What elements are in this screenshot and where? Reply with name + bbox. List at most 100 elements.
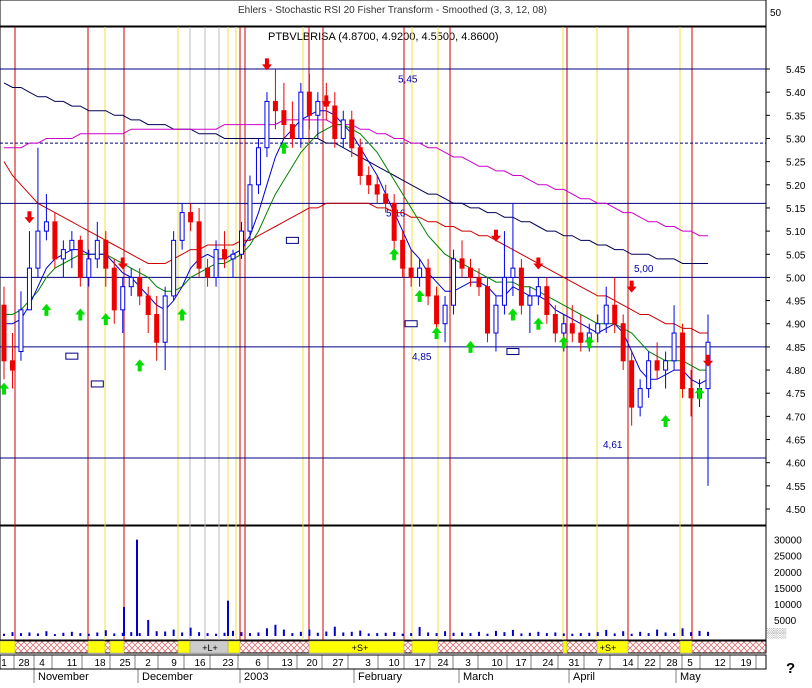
candle-body: [527, 295, 533, 306]
price-tick-label: 5.15: [786, 204, 806, 215]
candle-body: [408, 267, 414, 278]
help-button[interactable]: ?: [786, 660, 795, 677]
day-tick-label: 24: [437, 658, 449, 669]
event-marker-box: [90, 380, 104, 388]
event-marker-box: [404, 320, 418, 328]
day-tick-label: 17: [515, 658, 527, 669]
candle-body: [476, 276, 482, 288]
candle-body: [247, 184, 253, 232]
price-tick-label: 4.95: [786, 297, 806, 308]
candle-body: [162, 295, 168, 343]
event-marker-box: [506, 348, 520, 356]
level-label: 5,00: [634, 264, 654, 275]
volume-unit-marker: ░░░: [767, 628, 787, 639]
price-tick-label: 4.90: [786, 320, 806, 331]
candle-body: [442, 304, 448, 325]
day-tick-label: 4: [39, 658, 45, 669]
day-tick-label: 19: [740, 658, 752, 669]
day-tick-label: 10: [388, 658, 400, 669]
day-tick-label: 10: [491, 658, 503, 669]
candle-body: [569, 323, 575, 334]
day-tick-label: 3: [465, 658, 471, 669]
candle-body: [451, 258, 457, 306]
candle-body: [188, 212, 194, 223]
level-label: 4,61: [603, 440, 623, 451]
day-tick-label: 13: [281, 658, 293, 669]
candle-body: [417, 267, 423, 278]
signal-strip-yellow-segment: [177, 640, 191, 654]
price-tick-label: 5.05: [786, 250, 806, 261]
price-tick-label: 5.45: [786, 65, 806, 76]
day-tick-label: 27: [332, 658, 344, 669]
candle-body: [366, 175, 372, 186]
stochastic-header: Ehlers - Stochastic RSI 20 Fisher Transf…: [238, 5, 547, 16]
candle-body: [120, 286, 126, 311]
candle-body: [671, 332, 677, 362]
candle-body: [578, 332, 584, 343]
day-tick-label: 23: [222, 658, 234, 669]
candle-body: [69, 239, 75, 251]
candle-body: [425, 267, 431, 297]
day-tick-label: 11: [67, 658, 78, 669]
candle-body: [9, 360, 15, 371]
candle-body: [103, 239, 109, 269]
price-tick-label: 5.40: [786, 88, 806, 99]
day-tick-label: 20: [306, 658, 318, 669]
candle-body: [484, 286, 490, 334]
day-tick-label: 14: [622, 658, 634, 669]
price-tick-label: 4.50: [786, 505, 806, 516]
signal-strip-yellow-segment: [679, 640, 693, 654]
candle-body: [281, 110, 287, 126]
price-tick-label: 5.10: [786, 227, 806, 238]
day-tick-label: 22: [644, 658, 656, 669]
candle-body: [306, 91, 312, 116]
candle-body: [688, 388, 694, 399]
level-label: 4,85: [412, 352, 432, 363]
stochastic-tick: 50: [770, 8, 782, 19]
candle-body: [298, 91, 304, 139]
candle-body: [332, 105, 338, 139]
day-tick-label: 31: [568, 658, 580, 669]
day-tick-label: 25: [119, 658, 131, 669]
candle-body: [595, 323, 601, 334]
event-marker-box: [65, 352, 79, 360]
candle-body: [518, 267, 524, 306]
candle-body: [128, 276, 134, 288]
signal-strip-yellow-segment: [0, 640, 16, 654]
signal-strip-yellow-segment: [227, 640, 241, 654]
price-tick-label: 5.25: [786, 158, 806, 169]
candle-body: [544, 286, 550, 315]
event-marker-box: [285, 236, 299, 244]
candle-body: [289, 124, 295, 139]
candle-body: [340, 119, 346, 139]
candle-body: [637, 388, 643, 408]
signal-strip-yellow-segment: [562, 640, 568, 654]
day-tick-label: 6: [255, 658, 261, 669]
candle-body: [501, 276, 507, 306]
day-tick-label: 24: [542, 658, 554, 669]
candle-body: [459, 258, 465, 269]
signal-strip-yellow-segment: [87, 640, 106, 654]
candle-body: [205, 267, 211, 278]
candle-body: [77, 239, 83, 278]
candle-body: [60, 249, 66, 260]
candle-body: [646, 360, 652, 390]
candle-body: [357, 147, 363, 177]
candle-body: [383, 193, 389, 204]
candle-body: [654, 360, 660, 371]
day-tick-label: 2: [145, 658, 151, 669]
candle-body: [663, 360, 669, 371]
candle-body: [315, 100, 321, 116]
candle-body: [213, 249, 219, 278]
price-tick-label: 5.00: [786, 273, 806, 284]
candle-body: [510, 267, 516, 278]
price-tick-label: 4.60: [786, 459, 806, 470]
day-tick-label: 12: [714, 658, 726, 669]
candle-body: [493, 304, 499, 334]
price-tick-label: 5.35: [786, 111, 806, 122]
stock-chart: Ehlers - Stochastic RSI 20 Fisher Transf…: [0, 0, 812, 683]
candle-body: [179, 212, 185, 241]
month-label: December: [142, 671, 193, 683]
candle-body: [680, 332, 686, 390]
volume-panel: [0, 525, 767, 641]
